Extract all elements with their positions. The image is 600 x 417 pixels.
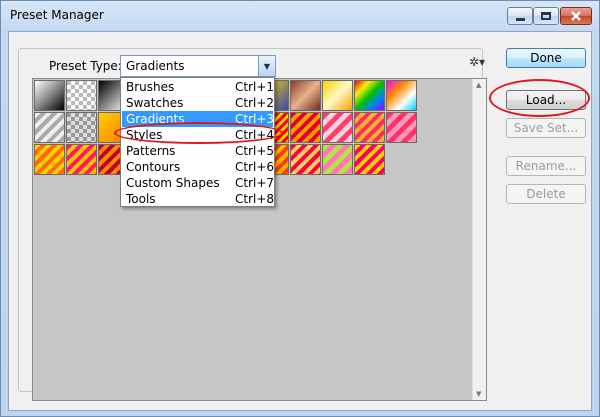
menu-item-shortcut: Ctrl+7 [235,176,275,190]
preset-type-label: Preset Type: [47,59,124,73]
gradient-swatch[interactable] [322,144,353,175]
gradient-swatch[interactable] [34,80,65,111]
menu-item-contours[interactable]: Contours Ctrl+6 [122,159,275,175]
menu-item-shortcut: Ctrl+8 [235,192,275,206]
gear-icon[interactable]: ✲▾ [469,55,485,69]
menu-item-label: Contours [126,160,181,174]
menu-item-custom-shapes[interactable]: Custom Shapes Ctrl+7 [122,175,275,191]
menu-item-patterns[interactable]: Patterns Ctrl+5 [122,143,275,159]
menu-item-shortcut: Ctrl+1 [235,80,275,94]
window-title: Preset Manager [10,8,104,22]
preset-type-dropdown-menu: Brushes Ctrl+1 Swatches Ctrl+2 Gradients Ctrl… [120,77,275,207]
scroll-up-icon[interactable]: ▲ [476,81,481,89]
vertical-scrollbar[interactable]: ▲ ▼ [472,79,486,400]
minimize-icon [515,17,525,21]
preset-group-box: Preset Type: Gradients ▼ ✲▾ ▲ ▼ Brushes C… [18,48,487,401]
menu-item-brushes[interactable]: Brushes Ctrl+1 [122,79,275,95]
gradient-swatch[interactable] [66,80,97,111]
menu-item-shortcut: Ctrl+3 [235,112,275,126]
gradient-swatch[interactable] [322,80,353,111]
gradient-swatch[interactable] [290,112,321,143]
menu-item-label: Patterns [126,144,176,158]
gradient-swatch[interactable] [34,144,65,175]
menu-item-tools[interactable]: Tools Ctrl+8 [122,191,275,207]
gradient-swatch[interactable] [354,112,385,143]
menu-item-label: Custom Shapes [126,176,220,190]
gradient-swatch[interactable] [290,144,321,175]
gradient-swatch[interactable] [354,144,385,175]
load-button[interactable]: Load... [506,90,586,110]
done-button[interactable]: Done [506,48,586,68]
dialog-client-area: Preset Type: Gradients ▼ ✲▾ ▲ ▼ Brushes C… [8,31,592,411]
gradient-swatch[interactable] [386,112,417,143]
menu-item-label: Gradients [126,112,185,126]
title-bar[interactable]: Preset Manager [1,1,599,31]
close-icon [571,11,581,21]
menu-item-label: Brushes [126,80,175,94]
gradient-swatch[interactable] [322,112,353,143]
maximize-icon [541,12,551,20]
menu-item-gradients[interactable]: Gradients Ctrl+3 [122,111,275,127]
scroll-down-icon[interactable]: ▼ [476,390,481,398]
gradient-swatch[interactable] [386,80,417,111]
gradient-swatch[interactable] [66,144,97,175]
menu-item-shortcut: Ctrl+2 [235,96,275,110]
menu-item-swatches[interactable]: Swatches Ctrl+2 [122,95,275,111]
close-button[interactable] [560,7,592,25]
preset-type-select[interactable]: Gradients ▼ [120,55,276,77]
menu-item-label: Tools [126,192,156,206]
menu-item-label: Swatches [126,96,184,110]
menu-item-shortcut: Ctrl+4 [235,128,275,142]
gradient-swatch[interactable] [34,112,65,143]
preset-manager-window: Preset Manager Preset Type: Gradients ▼ … [0,0,600,417]
menu-item-styles[interactable]: Styles Ctrl+4 [122,127,275,143]
delete-button[interactable]: Delete [506,184,586,204]
save-set-button[interactable]: Save Set... [506,118,586,138]
maximize-button[interactable] [533,7,559,25]
gradient-swatch[interactable] [354,80,385,111]
gradient-swatch[interactable] [66,112,97,143]
rename-button[interactable]: Rename... [506,156,586,176]
preset-type-value: Gradients [126,59,185,73]
menu-item-shortcut: Ctrl+5 [235,144,275,158]
gradient-swatch[interactable] [290,80,321,111]
menu-item-label: Styles [126,128,163,142]
menu-item-shortcut: Ctrl+6 [235,160,275,174]
chevron-down-icon[interactable]: ▼ [258,56,275,76]
minimize-button[interactable] [507,7,533,25]
